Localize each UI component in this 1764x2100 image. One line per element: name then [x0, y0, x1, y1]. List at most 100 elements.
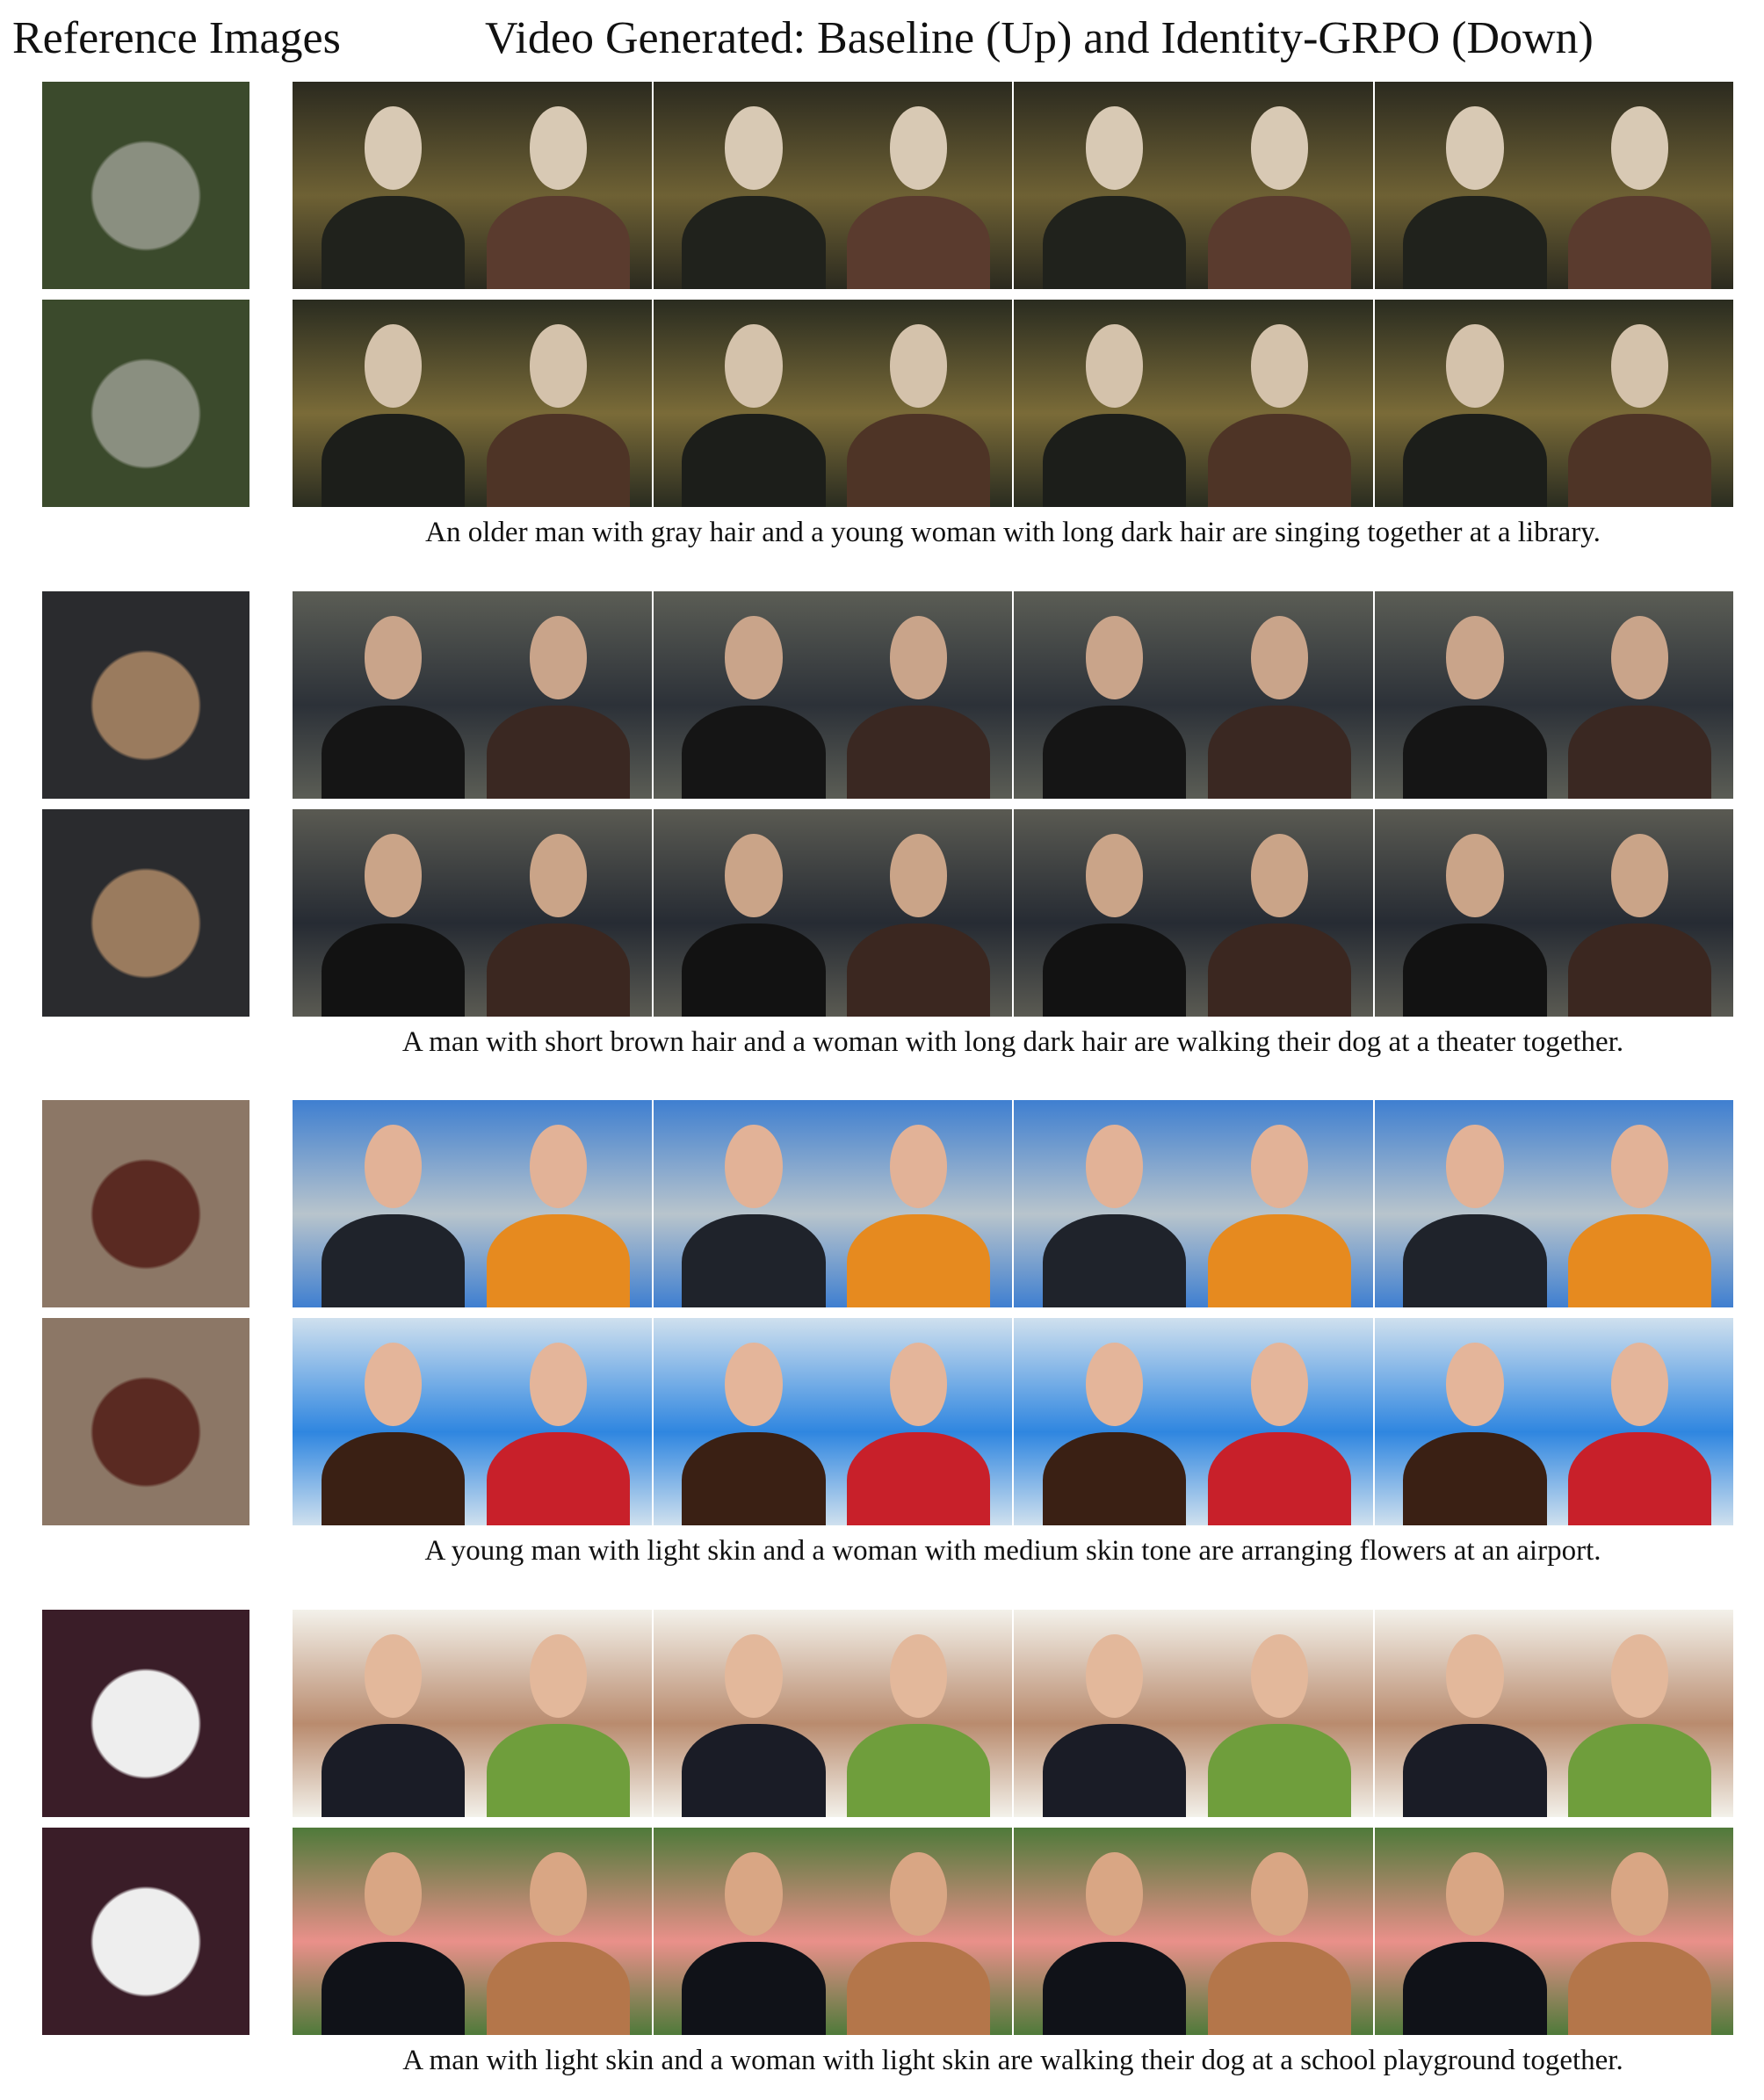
person-body [847, 413, 991, 507]
person-body [682, 1431, 826, 1525]
person-body [1568, 195, 1712, 289]
person-body [1042, 1431, 1187, 1525]
person-face [1250, 1343, 1308, 1426]
prompt-caption: A man with short brown hair and a woman … [401, 1026, 1624, 1058]
person-body [1403, 1431, 1547, 1525]
person-face [1611, 1343, 1669, 1426]
person-body [1403, 1723, 1547, 1817]
person-face [364, 1343, 423, 1426]
prompt-caption: A man with light skin and a woman with l… [402, 2045, 1623, 2076]
person-body [1568, 1723, 1712, 1817]
person-body [1042, 1723, 1187, 1817]
video-frame [653, 1828, 1014, 2035]
person-body [1207, 195, 1351, 289]
person-face [725, 324, 783, 408]
video-frame [293, 809, 654, 1017]
person-body [1403, 1941, 1547, 2035]
video-frame [653, 1610, 1014, 1817]
person-body [847, 1723, 991, 1817]
person-face [725, 1852, 783, 1936]
person-body [321, 923, 466, 1017]
video-frame [1374, 1318, 1733, 1525]
person-face [1085, 616, 1144, 699]
person-face [1085, 324, 1144, 408]
video-frame [1014, 1828, 1375, 2035]
person-face [364, 324, 423, 408]
person-body [847, 195, 991, 289]
person-body [321, 705, 466, 799]
person-face [529, 834, 587, 917]
person-body [1207, 1213, 1351, 1307]
video-frame [293, 1828, 654, 2035]
person-face [1611, 834, 1669, 917]
video-frame [653, 300, 1014, 507]
person-face [1085, 1343, 1144, 1426]
person-body [1403, 413, 1547, 507]
person-face [1085, 1852, 1144, 1936]
person-body [1042, 195, 1187, 289]
person-face [890, 616, 948, 699]
person-body [321, 1431, 466, 1525]
person-face [364, 1125, 423, 1208]
person-face [1250, 106, 1308, 190]
person-face [1250, 616, 1308, 699]
identity-grpo-frames [293, 1318, 1733, 1525]
person-body [682, 1723, 826, 1817]
person-face [1446, 1852, 1504, 1936]
video-frame [293, 1318, 654, 1525]
person-face [725, 1634, 783, 1718]
video-frame [1014, 809, 1375, 1017]
video-frame [1374, 809, 1733, 1017]
person-face [890, 1634, 948, 1718]
reference-image [42, 1318, 249, 1525]
person-face [1611, 616, 1669, 699]
reference-image [42, 1100, 249, 1307]
video-frame [1014, 82, 1375, 289]
person-face [529, 1125, 587, 1208]
video-frame [653, 1318, 1014, 1525]
person-face [1611, 1852, 1669, 1936]
video-frame [653, 591, 1014, 799]
person-face [725, 106, 783, 190]
person-body [682, 1213, 826, 1307]
video-frame [293, 300, 654, 507]
person-face [1611, 1634, 1669, 1718]
person-face [1611, 1125, 1669, 1208]
video-frame [1374, 300, 1733, 507]
person-face [529, 1343, 587, 1426]
video-frame [1014, 1610, 1375, 1817]
video-frame [1014, 300, 1375, 507]
person-body [1207, 705, 1351, 799]
identity-grpo-frames [293, 1828, 1733, 2035]
person-body [1568, 923, 1712, 1017]
person-face [364, 616, 423, 699]
person-face [529, 1634, 587, 1718]
person-face [1085, 1634, 1144, 1718]
person-body [1207, 1941, 1351, 2035]
person-body [1568, 1213, 1712, 1307]
person-body [1568, 1941, 1712, 2035]
person-body [1042, 1213, 1187, 1307]
person-face [1250, 1125, 1308, 1208]
person-face [364, 106, 423, 190]
video-frame [1014, 1100, 1375, 1307]
person-body [1403, 1213, 1547, 1307]
person-body [1403, 705, 1547, 799]
person-face [1446, 834, 1504, 917]
person-body [321, 413, 466, 507]
video-frame [653, 809, 1014, 1017]
person-body [847, 1431, 991, 1525]
person-body [1403, 195, 1547, 289]
person-body [682, 195, 826, 289]
person-body [1403, 923, 1547, 1017]
person-body [1042, 923, 1187, 1017]
prompt-caption: A young man with light skin and a woman … [424, 1535, 1601, 1567]
person-body [486, 1723, 630, 1817]
person-face [890, 324, 948, 408]
person-body [321, 1723, 466, 1817]
person-face [1250, 1852, 1308, 1936]
video-frame [1374, 1100, 1733, 1307]
video-frame [1014, 591, 1375, 799]
person-body [682, 1941, 826, 2035]
person-face [890, 1343, 948, 1426]
